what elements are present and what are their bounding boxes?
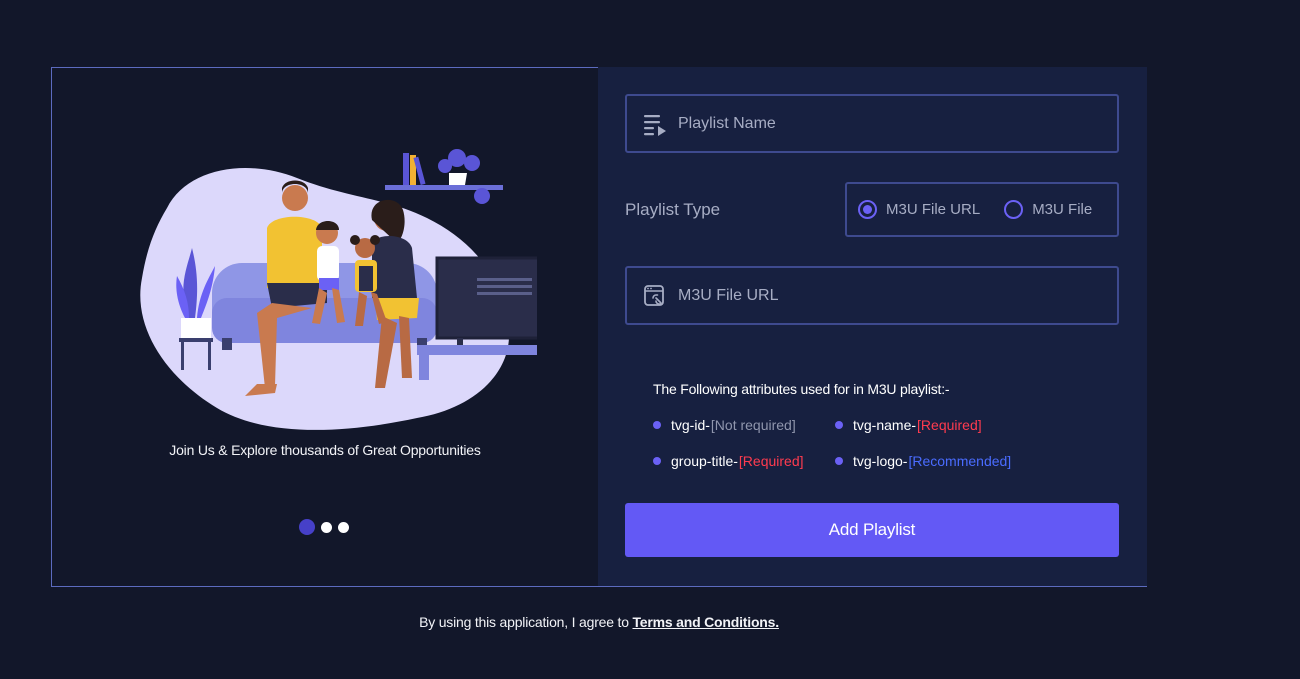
attribute-item: tvg-id- [Not required] bbox=[653, 417, 796, 433]
attribute-note: [Required] bbox=[917, 417, 982, 433]
radio-m3u-file-label: M3U File bbox=[1032, 201, 1093, 218]
playlist-name-field bbox=[625, 94, 1119, 153]
playlist-form: Playlist Type M3U File URL M3U File bbox=[598, 67, 1147, 587]
m3u-url-input[interactable] bbox=[678, 268, 1117, 323]
carousel-panel: Join Us & Explore thousands of Great Opp… bbox=[51, 67, 598, 587]
bullet-icon bbox=[835, 457, 843, 465]
footer-text: By using this application, I agree to bbox=[419, 614, 633, 630]
carousel-tagline: Join Us & Explore thousands of Great Opp… bbox=[169, 442, 481, 458]
attribute-name: tvg-name- bbox=[853, 417, 917, 433]
attribute-name: group-title- bbox=[671, 453, 738, 469]
attribute-item: tvg-logo- [Recommended] bbox=[835, 453, 1011, 469]
footer-terms: By using this application, I agree to Te… bbox=[0, 614, 1198, 630]
radio-selected-icon bbox=[858, 200, 877, 219]
bullet-icon bbox=[653, 421, 661, 429]
attribute-name: tvg-logo- bbox=[853, 453, 908, 469]
attributes-title: The Following attributes used for in M3U… bbox=[653, 381, 950, 397]
add-playlist-card: Join Us & Explore thousands of Great Opp… bbox=[51, 67, 1147, 587]
radio-unselected-icon bbox=[1004, 200, 1024, 219]
terms-link[interactable]: Terms and Conditions. bbox=[632, 614, 779, 630]
radio-m3u-file[interactable]: M3U File bbox=[1004, 200, 1092, 219]
bullet-icon bbox=[835, 421, 843, 429]
add-playlist-button[interactable]: Add Playlist bbox=[625, 503, 1119, 557]
carousel-dot-2[interactable] bbox=[321, 521, 332, 533]
attribute-name: tvg-id- bbox=[671, 417, 710, 433]
attribute-note: [Not required] bbox=[710, 417, 796, 433]
playlist-type-radio-group: M3U File URL M3U File bbox=[845, 182, 1119, 237]
bullet-icon bbox=[653, 457, 661, 465]
carousel-dot-1[interactable] bbox=[299, 519, 315, 535]
playlist-name-input[interactable] bbox=[678, 96, 1117, 151]
carousel-pagination bbox=[299, 519, 349, 535]
attribute-note: [Required] bbox=[738, 453, 804, 469]
playlist-type-label: Playlist Type bbox=[625, 200, 721, 219]
family-watching-tv-illustration bbox=[140, 149, 537, 430]
carousel-dot-3[interactable] bbox=[338, 521, 349, 533]
playlist-icon bbox=[642, 111, 668, 137]
attribute-note: [Recommended] bbox=[908, 453, 1012, 469]
link-file-icon bbox=[642, 283, 668, 309]
attribute-item: group-title- [Required] bbox=[653, 453, 804, 469]
radio-m3u-file-url[interactable]: M3U File URL bbox=[858, 200, 980, 219]
attribute-item: tvg-name- [Required] bbox=[835, 417, 982, 433]
radio-m3u-file-url-label: M3U File URL bbox=[886, 201, 981, 218]
m3u-url-field bbox=[625, 266, 1119, 325]
